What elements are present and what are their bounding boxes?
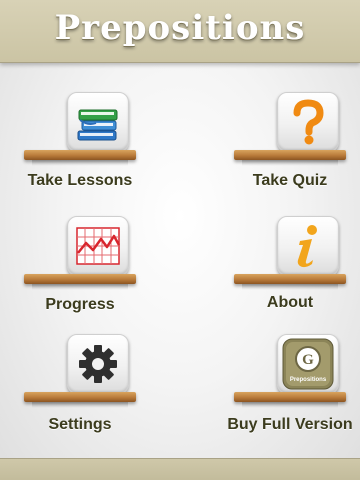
shelf — [234, 274, 346, 284]
take-lessons-label[interactable]: Take Lessons — [0, 172, 168, 190]
shelf-shadow — [32, 284, 128, 290]
app-logo-icon: G Prepositions — [282, 338, 334, 390]
menu-item-buy-full-version[interactable]: G Prepositions Buy Full Version — [222, 334, 360, 464]
shelf — [234, 150, 346, 160]
shelf — [24, 274, 136, 284]
shelf-shadow — [242, 160, 338, 166]
logo-letter: G — [302, 352, 314, 368]
menu-item-progress[interactable]: Progress — [12, 216, 182, 346]
buy-full-version-label[interactable]: Buy Full Version — [202, 416, 360, 434]
progress-button[interactable] — [67, 216, 129, 276]
info-icon — [297, 225, 317, 268]
app-title: Prepositions — [54, 8, 306, 48]
shelf — [234, 392, 346, 402]
gear-icon — [79, 345, 117, 383]
shelf-shadow — [32, 402, 128, 408]
line-chart-icon — [76, 227, 121, 265]
shelf — [24, 392, 136, 402]
footer-bar — [0, 458, 360, 480]
shelf-shadow — [242, 284, 338, 290]
menu-item-take-lessons[interactable]: Take Lessons — [12, 92, 182, 222]
about-button[interactable] — [277, 216, 339, 276]
shelf — [24, 150, 136, 160]
progress-label[interactable]: Progress — [0, 296, 168, 314]
menu-item-about[interactable]: About — [222, 216, 360, 346]
take-quiz-button[interactable] — [277, 92, 339, 152]
menu-item-settings[interactable]: Settings — [12, 334, 182, 464]
shelf-shadow — [32, 160, 128, 166]
settings-label[interactable]: Settings — [0, 416, 168, 434]
buy-full-version-button[interactable]: G Prepositions — [277, 334, 339, 394]
settings-button[interactable] — [67, 334, 129, 394]
about-label[interactable]: About — [202, 294, 360, 312]
menu-item-take-quiz[interactable]: Take Quiz — [222, 92, 360, 222]
take-quiz-label[interactable]: Take Quiz — [202, 172, 360, 190]
take-lessons-button[interactable] — [67, 92, 129, 152]
shelf-shadow — [242, 402, 338, 408]
logo-caption: Prepositions — [290, 377, 327, 383]
books-icon — [77, 109, 118, 141]
question-mark-icon — [293, 99, 324, 145]
header-bar: Prepositions — [0, 0, 360, 63]
